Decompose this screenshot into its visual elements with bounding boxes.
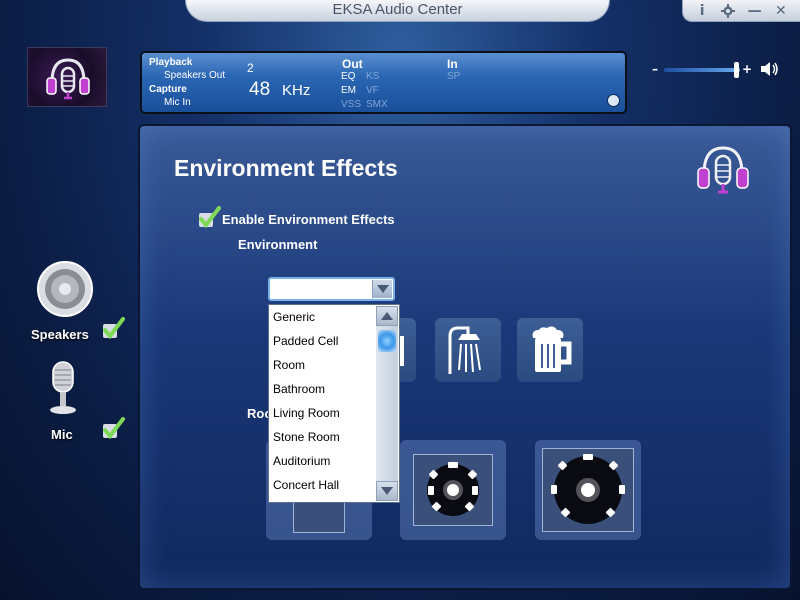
in-label: In (447, 57, 458, 71)
sample-rate-unit: KHz (282, 82, 311, 99)
headset-icon (697, 146, 749, 194)
effect-tile-shower[interactable] (435, 318, 501, 382)
environment-label: Environment (238, 237, 318, 252)
gear-icon (721, 3, 736, 18)
playback-label: Playback (149, 57, 193, 68)
info-button[interactable]: i (692, 2, 712, 20)
environment-dropdown-list: Generic Padded Cell Room Bathroom Living… (268, 304, 400, 503)
out-smx: SMX (366, 99, 388, 110)
room-medium-preview (413, 454, 493, 526)
room-size-large[interactable] (535, 440, 641, 540)
volume-slider-thumb[interactable] (734, 62, 739, 78)
dropdown-option[interactable]: Padded Cell (269, 329, 375, 353)
speakers-check (101, 316, 125, 344)
out-ks: KS (366, 71, 380, 82)
chevron-up-icon (381, 312, 393, 320)
chevron-down-icon (376, 285, 389, 293)
headset-logo-icon (46, 58, 90, 100)
speaker-volume-icon (761, 62, 778, 76)
dropdown-option[interactable]: Auditorium (269, 449, 375, 473)
dropdown-option[interactable]: Generic (269, 305, 375, 329)
out-label: Out (342, 57, 363, 71)
speaker-layout-icon (427, 462, 479, 516)
playback-device: Speakers Out (164, 70, 226, 81)
speakers-label: Speakers (31, 327, 89, 342)
checkmark-icon (103, 417, 125, 440)
dropdown-option[interactable]: Room (269, 353, 375, 377)
room-size-medium[interactable] (400, 440, 506, 540)
beer-mug-icon (532, 326, 572, 372)
microphone-icon (50, 361, 76, 414)
effect-tile-pub[interactable] (517, 318, 583, 382)
dropdown-toggle[interactable] (372, 280, 392, 298)
close-button[interactable]: ✕ (771, 2, 791, 20)
dropdown-option[interactable]: Bathroom (269, 377, 375, 401)
scroll-up-button[interactable] (376, 306, 398, 326)
enable-effects-label: Enable Environment Effects (222, 212, 395, 227)
scroll-thumb[interactable] (378, 330, 396, 352)
volume-minus[interactable]: – (652, 62, 658, 76)
volume-plus[interactable]: + (742, 62, 752, 76)
capture-device: Mic In (164, 97, 191, 108)
window-title: EKSA Audio Center (185, 0, 610, 22)
out-eq: EQ (341, 71, 356, 82)
mic-device-button[interactable] (46, 360, 80, 420)
mic-label: Mic (51, 427, 73, 442)
dropdown-scrollbar[interactable] (376, 306, 398, 501)
mic-check (101, 416, 125, 444)
volume-slider-track[interactable] (664, 68, 740, 72)
dropdown-option[interactable]: Stone Room (269, 425, 375, 449)
out-vf: VF (366, 85, 379, 96)
speaker-layout-icon (551, 454, 625, 524)
chevron-down-icon (381, 487, 393, 495)
volume-button[interactable] (760, 61, 780, 81)
in-sp: SP (447, 71, 461, 82)
speakers-device-button[interactable] (36, 260, 94, 322)
status-panel: Playback Speakers Out Capture Mic In 2 4… (140, 51, 627, 114)
enable-effects-checkbox[interactable] (197, 205, 221, 233)
app-window: EKSA Audio Center i — ✕ Playback Speaker… (0, 0, 800, 600)
sample-rate: 48 (249, 79, 271, 100)
minimize-button[interactable]: — (745, 2, 765, 20)
room-large-preview (542, 448, 634, 532)
refresh-button[interactable] (607, 94, 620, 107)
out-em: EM (341, 85, 356, 96)
dropdown-option[interactable]: Living Room (269, 401, 375, 425)
out-vss: VSS (341, 99, 362, 110)
dropdown-option[interactable]: Concert Hall (269, 473, 375, 497)
channel-count: 2 (247, 61, 254, 75)
environment-dropdown[interactable] (268, 277, 395, 301)
checkmark-icon (103, 317, 125, 340)
settings-button[interactable] (718, 2, 738, 20)
brand-logo (27, 47, 107, 107)
page-title: Environment Effects (174, 155, 398, 181)
speaker-icon (37, 261, 93, 317)
scroll-down-button[interactable] (376, 481, 398, 501)
window-controls: i — ✕ (682, 0, 800, 22)
checkmark-icon (199, 206, 221, 229)
shower-icon (448, 326, 481, 374)
headset-brand-icon (690, 140, 756, 204)
capture-label: Capture (149, 84, 187, 95)
